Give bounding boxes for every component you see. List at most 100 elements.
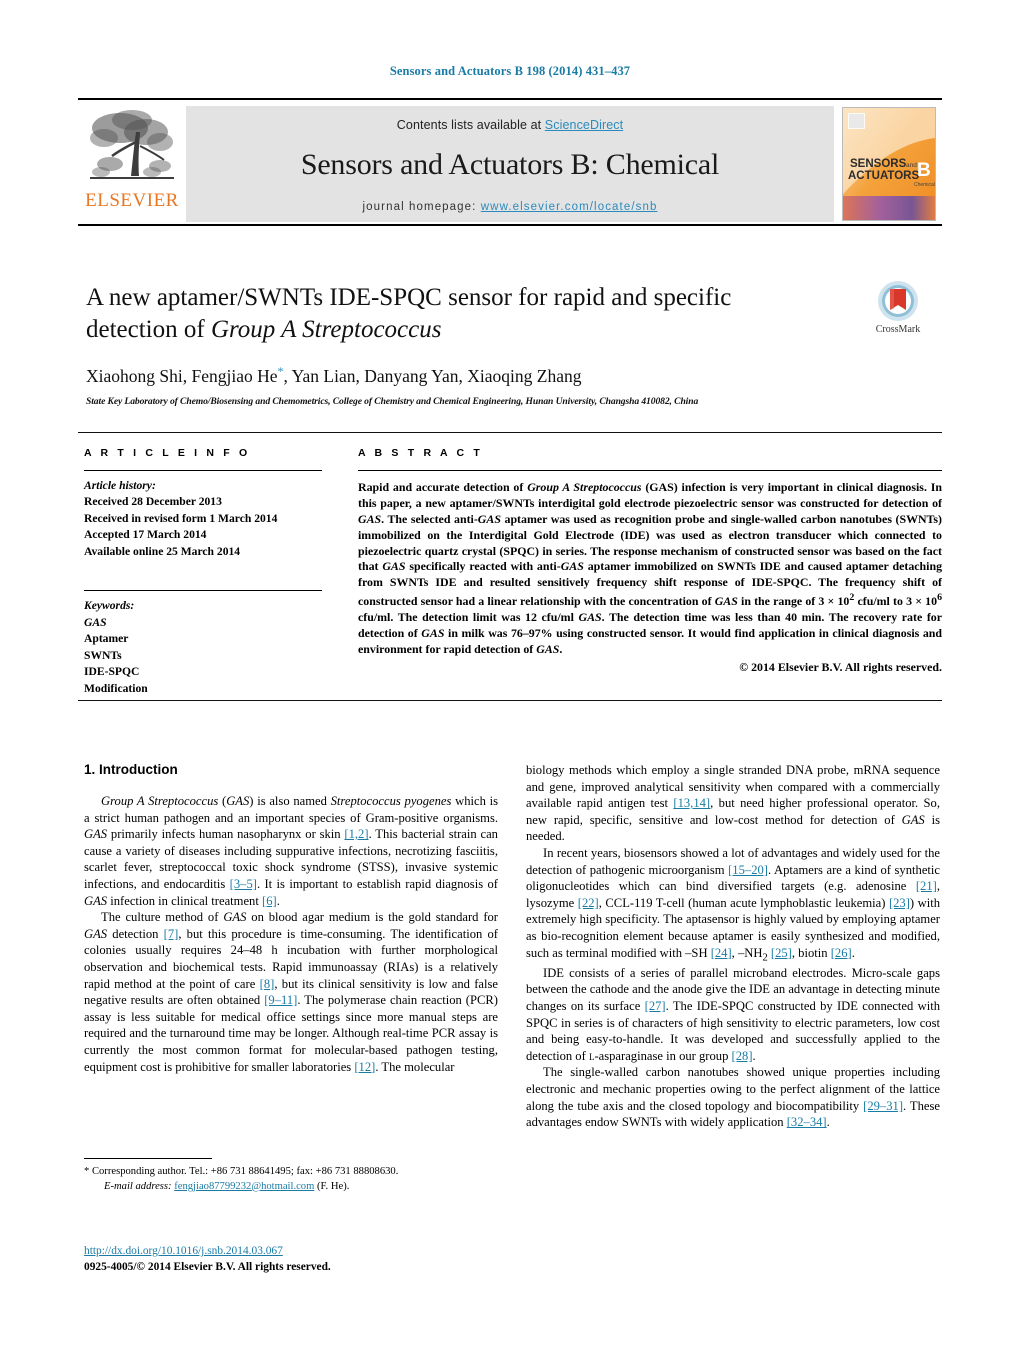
abstract-column: A B S T R A C T Rapid and accurate detec…: [358, 447, 942, 675]
elsevier-wordmark: ELSEVIER: [85, 190, 179, 211]
p3-f: , –NH: [731, 945, 763, 960]
svg-text:SENSORS: SENSORS: [850, 158, 907, 170]
title-line-2-italic: Group A Streptococcus: [210, 315, 442, 343]
elsevier-tree-icon: [86, 106, 178, 190]
keyword-3: IDE-SPQC: [84, 665, 140, 679]
running-head: Sensors and Actuators B 198 (2014) 431–4…: [389, 64, 631, 78]
journal-masthead: ELSEVIER Contents lists available at Sci…: [78, 98, 942, 226]
keywords-block: Keywords: GAS Aptamer SWNTs IDE-SPQC Mod…: [84, 598, 322, 697]
p3-d: , CCL-119 T-cell (human acute lymphoblas…: [598, 895, 889, 910]
p1-a: (: [218, 794, 227, 808]
abs-it-9: GAS: [536, 641, 560, 656]
p2-g: . The molecular: [375, 1059, 455, 1074]
p5-c: .: [826, 1115, 830, 1130]
footnote-rule: [84, 1158, 212, 1159]
crossmark-badge[interactable]: CrossMark: [852, 280, 944, 335]
abstract-copyright: © 2014 Elsevier B.V. All rights reserved…: [739, 659, 942, 674]
intro-paragraph-3: In recent years, biosensors showed a lot…: [526, 845, 940, 965]
article-info-rule: [84, 470, 322, 471]
p2-c: detection: [107, 926, 164, 941]
issn-copyright: 0925-4005/© 2014 Elsevier B.V. All right…: [84, 1261, 331, 1274]
intro-paragraph-2-continued: biology methods which employ a single st…: [526, 762, 940, 845]
intro-paragraph-4: IDE consists of a series of parallel mic…: [526, 965, 940, 1065]
citation-27[interactable]: [27]: [645, 999, 666, 1013]
article-history: Article history: Received 28 December 20…: [84, 478, 322, 560]
p2-b: on blood agar medium is the gold standar…: [246, 910, 499, 925]
body-column-left: 1. Introduction Group A Streptococcus (G…: [84, 762, 498, 1075]
citation-8[interactable]: [8]: [260, 977, 275, 991]
email-suffix: (F. He).: [314, 1180, 350, 1192]
journal-homepage-link[interactable]: www.elsevier.com/locate/snb: [481, 201, 658, 213]
history-item-3: Available online 25 March 2014: [84, 544, 241, 558]
p2c-it: GAS: [901, 812, 925, 827]
keywords-label: Keywords:: [84, 599, 135, 613]
email-label: E-mail address:: [104, 1180, 172, 1192]
doi-link[interactable]: http://dx.doi.org/10.1016/j.snb.2014.03.…: [84, 1245, 283, 1257]
title-block: A new aptamer/SWNTs IDE-SPQC sensor for …: [86, 282, 826, 407]
p1-it-4: GAS: [84, 827, 108, 842]
citation-23[interactable]: [23]: [889, 896, 910, 910]
keywords-rule: [84, 590, 322, 592]
abs-it-6: GAS: [714, 594, 738, 609]
doi-block: http://dx.doi.org/10.1016/j.snb.2014.03.…: [84, 1243, 514, 1275]
section-heading-introduction: 1. Introduction: [84, 762, 178, 777]
citation-25[interactable]: [25]: [771, 946, 792, 960]
p1-it-2: GAS: [226, 794, 250, 808]
keyword-1: Aptamer: [84, 632, 129, 646]
abs-seg-h: cfu/ml to 3 × 10: [854, 594, 938, 609]
citation-1-2[interactable]: [1,2]: [344, 827, 368, 841]
email-note: E-mail address: fengjiao87799232@hotmail…: [84, 1180, 498, 1195]
keyword-0: GAS: [84, 615, 107, 629]
abs-it-1: Group A Streptococcus: [527, 480, 642, 494]
citation-9-11[interactable]: [9–11]: [264, 993, 297, 1007]
sciencedirect-link[interactable]: ScienceDirect: [545, 118, 623, 132]
history-item-0: Received 28 December 2013: [84, 495, 222, 509]
abs-it-3: GAS: [477, 511, 501, 526]
p4-c: -asparaginase in our group: [594, 1048, 732, 1063]
journal-title: Sensors and Actuators B: Chemical: [300, 148, 720, 181]
email-link[interactable]: fengjiao87799232@hotmail.com: [174, 1181, 314, 1192]
citation-29-31[interactable]: [29–31]: [863, 1099, 903, 1113]
citation-21[interactable]: [21]: [916, 879, 937, 893]
p1-it-5: GAS: [84, 893, 108, 908]
abs-it-8: GAS: [421, 625, 445, 640]
svg-text:ACTUATORS: ACTUATORS: [848, 170, 919, 182]
authors-rest: , Yan Lian, Danyang Yan, Xiaoqing Zhang: [283, 365, 582, 386]
divider-below-abstract: [78, 700, 942, 701]
p3-i: .: [851, 945, 855, 960]
citation-15-20[interactable]: [15–20]: [728, 863, 768, 877]
citation-3-5[interactable]: [3–5]: [230, 877, 257, 891]
p2-a: The culture method of: [101, 910, 224, 925]
abs-it-5: GAS: [560, 559, 584, 574]
citation-26[interactable]: [26]: [831, 946, 852, 960]
citation-32-34[interactable]: [32–34]: [787, 1115, 827, 1129]
abstract-text: Rapid and accurate detection of Group A …: [358, 480, 942, 658]
citation-6[interactable]: [6]: [262, 894, 277, 908]
citation-12[interactable]: [12]: [354, 1060, 375, 1074]
svg-text:and: and: [906, 162, 917, 169]
p1-f: . It is important to establish rapid dia…: [256, 876, 498, 891]
abs-it-2: GAS: [358, 511, 382, 526]
author-list: Xiaohong Shi, Fengjiao He*, Yan Lian, Da…: [86, 364, 826, 387]
abs-seg-k: in milk was 76–97% using constructed sen…: [358, 625, 942, 656]
p3-h: , biotin: [791, 945, 831, 960]
citation-28[interactable]: [28]: [732, 1049, 753, 1063]
contents-available-line: Contents lists available at ScienceDirec…: [186, 106, 834, 132]
abs-seg-g: in the range of 3 × 10: [737, 594, 850, 609]
svg-text:B: B: [917, 160, 931, 181]
authors-main: Xiaohong Shi, Fengjiao He: [86, 365, 278, 386]
journal-article-page: Sensors and Actuators B 198 (2014) 431–4…: [0, 0, 1020, 1351]
citation-24[interactable]: [24]: [711, 946, 732, 960]
keyword-4: Modification: [84, 681, 148, 695]
page-title: A new aptamer/SWNTs IDE-SPQC sensor for …: [86, 282, 826, 345]
history-item-1: Received in revised form 1 March 2014: [84, 511, 278, 525]
article-info-heading: A R T I C L E I N F O: [84, 447, 251, 459]
journal-cover-thumbnail: SENSORS and ACTUATORS B Chemical: [842, 107, 936, 221]
article-info-column: A R T I C L E I N F O Article history: R…: [84, 447, 322, 697]
abstract-rule: [358, 470, 942, 471]
citation-13-14[interactable]: [13,14]: [673, 796, 710, 810]
p1-g: infection in clinical treatment: [107, 893, 263, 908]
citation-22[interactable]: [22]: [578, 896, 599, 910]
p3-sub: 2: [762, 952, 768, 964]
citation-7[interactable]: [7]: [164, 927, 179, 941]
